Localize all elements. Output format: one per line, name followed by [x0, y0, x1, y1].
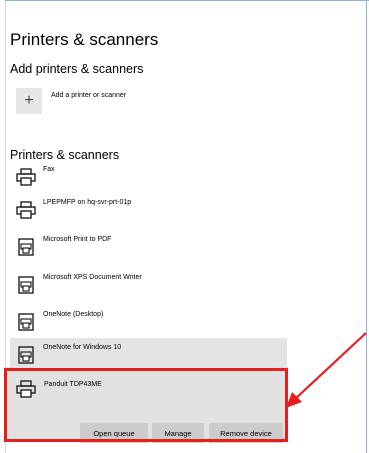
- printer-item-fax[interactable]: Fax: [10, 160, 287, 193]
- highlight-annotation-box: [4, 368, 288, 442]
- printer-item-xps-writer[interactable]: Microsoft XPS Document Writer: [10, 268, 287, 301]
- plus-icon[interactable]: +: [16, 88, 42, 114]
- document-printer-icon: [18, 238, 34, 256]
- printer-icon: [16, 168, 36, 186]
- printer-name: LPEPMFP on hq-svr-prt-01p: [43, 199, 132, 206]
- page-title: Printers & scanners: [10, 30, 159, 49]
- printer-item-print-to-pdf[interactable]: Microsoft Print to PDF: [10, 230, 287, 263]
- printer-name: OneNote (Desktop): [43, 311, 104, 318]
- printer-name: Fax: [43, 166, 55, 173]
- document-printer-icon: [18, 313, 34, 331]
- printer-name: Microsoft Print to PDF: [43, 236, 112, 243]
- annotation-arrow-icon: [286, 332, 367, 408]
- printer-name: OneNote for Windows 10: [43, 344, 122, 351]
- printer-item-onenote-desktop[interactable]: OneNote (Desktop): [10, 305, 287, 338]
- document-printer-icon: [18, 276, 34, 294]
- document-printer-icon: [18, 346, 34, 364]
- printer-name: Microsoft XPS Document Writer: [43, 274, 142, 281]
- add-printer-label: Add a printer or scanner: [51, 91, 127, 99]
- window-top-edge: [5, 0, 369, 1]
- add-section-title: Add printers & scanners: [10, 62, 144, 76]
- printer-icon: [16, 201, 36, 219]
- printer-item-lpepmfp[interactable]: LPEPMFP on hq-svr-prt-01p: [10, 193, 287, 226]
- add-printer-button[interactable]: + Add a printer or scanner: [16, 86, 266, 116]
